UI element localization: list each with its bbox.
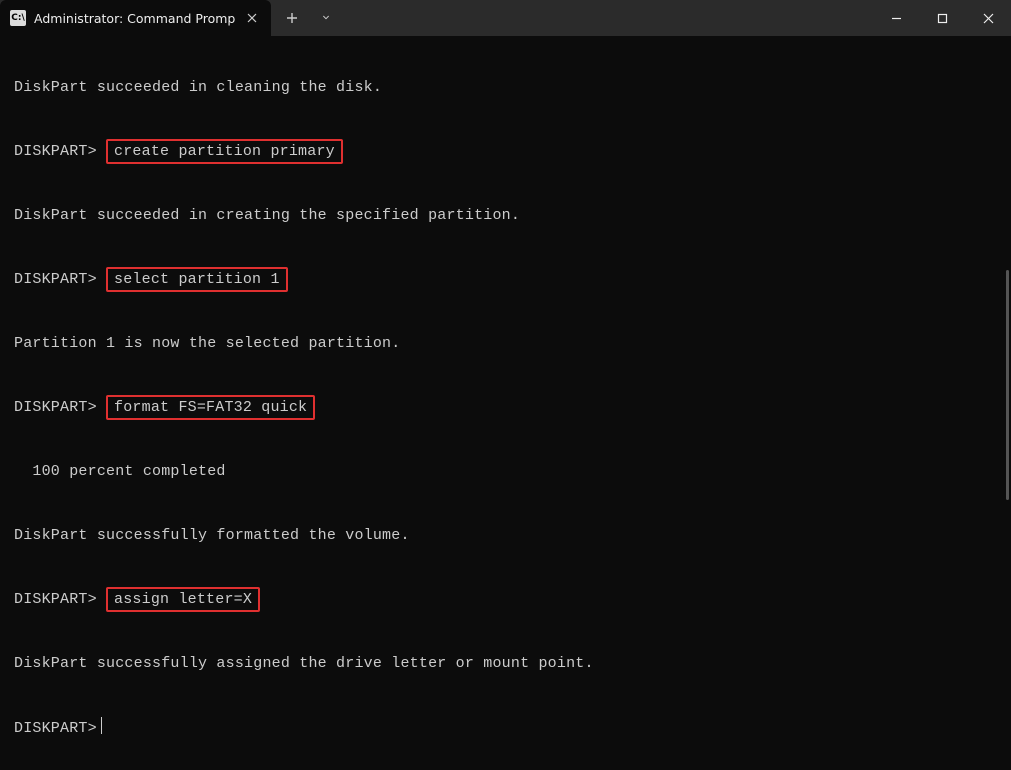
tab-actions <box>271 0 341 36</box>
title-bar: C:\ Administrator: Command Promp <box>0 0 1011 36</box>
output-line: 100 percent completed <box>14 461 997 482</box>
output-line: Partition 1 is now the selected partitio… <box>14 333 997 354</box>
prompt-line-active: DISKPART> <box>14 717 997 739</box>
prompt-line: DISKPART> create partition primary <box>14 141 997 162</box>
output-line: DiskPart successfully assigned the drive… <box>14 653 997 674</box>
active-tab[interactable]: C:\ Administrator: Command Promp <box>0 0 271 36</box>
prompt-line: DISKPART> format FS=FAT32 quick <box>14 397 997 418</box>
prompt: DISKPART> <box>14 399 97 416</box>
output-line: DiskPart succeeded in cleaning the disk. <box>14 77 997 98</box>
window-controls <box>873 0 1011 36</box>
prompt: DISKPART> <box>14 591 97 608</box>
minimize-button[interactable] <box>873 0 919 36</box>
terminal-output[interactable]: DiskPart succeeded in cleaning the disk.… <box>0 36 1011 770</box>
close-window-button[interactable] <box>965 0 1011 36</box>
prompt-line: DISKPART> assign letter=X <box>14 589 997 610</box>
new-tab-button[interactable] <box>277 3 307 33</box>
tab-title: Administrator: Command Promp <box>34 11 235 26</box>
output-line: DiskPart succeeded in creating the speci… <box>14 205 997 226</box>
prompt-line: DISKPART> select partition 1 <box>14 269 997 290</box>
highlighted-command: select partition 1 <box>106 267 288 292</box>
maximize-button[interactable] <box>919 0 965 36</box>
titlebar-drag-region[interactable] <box>341 0 873 36</box>
highlighted-command: create partition primary <box>106 139 343 164</box>
prompt: DISKPART> <box>14 143 97 160</box>
highlighted-command: assign letter=X <box>106 587 260 612</box>
close-tab-button[interactable] <box>243 9 261 27</box>
prompt: DISKPART> <box>14 720 97 737</box>
highlighted-command: format FS=FAT32 quick <box>106 395 315 420</box>
output-line: DiskPart successfully formatted the volu… <box>14 525 997 546</box>
scrollbar-thumb[interactable] <box>1006 270 1009 500</box>
tab-dropdown-button[interactable] <box>311 3 341 33</box>
cmd-icon: C:\ <box>10 10 26 26</box>
cursor-icon <box>101 717 103 734</box>
prompt: DISKPART> <box>14 271 97 288</box>
